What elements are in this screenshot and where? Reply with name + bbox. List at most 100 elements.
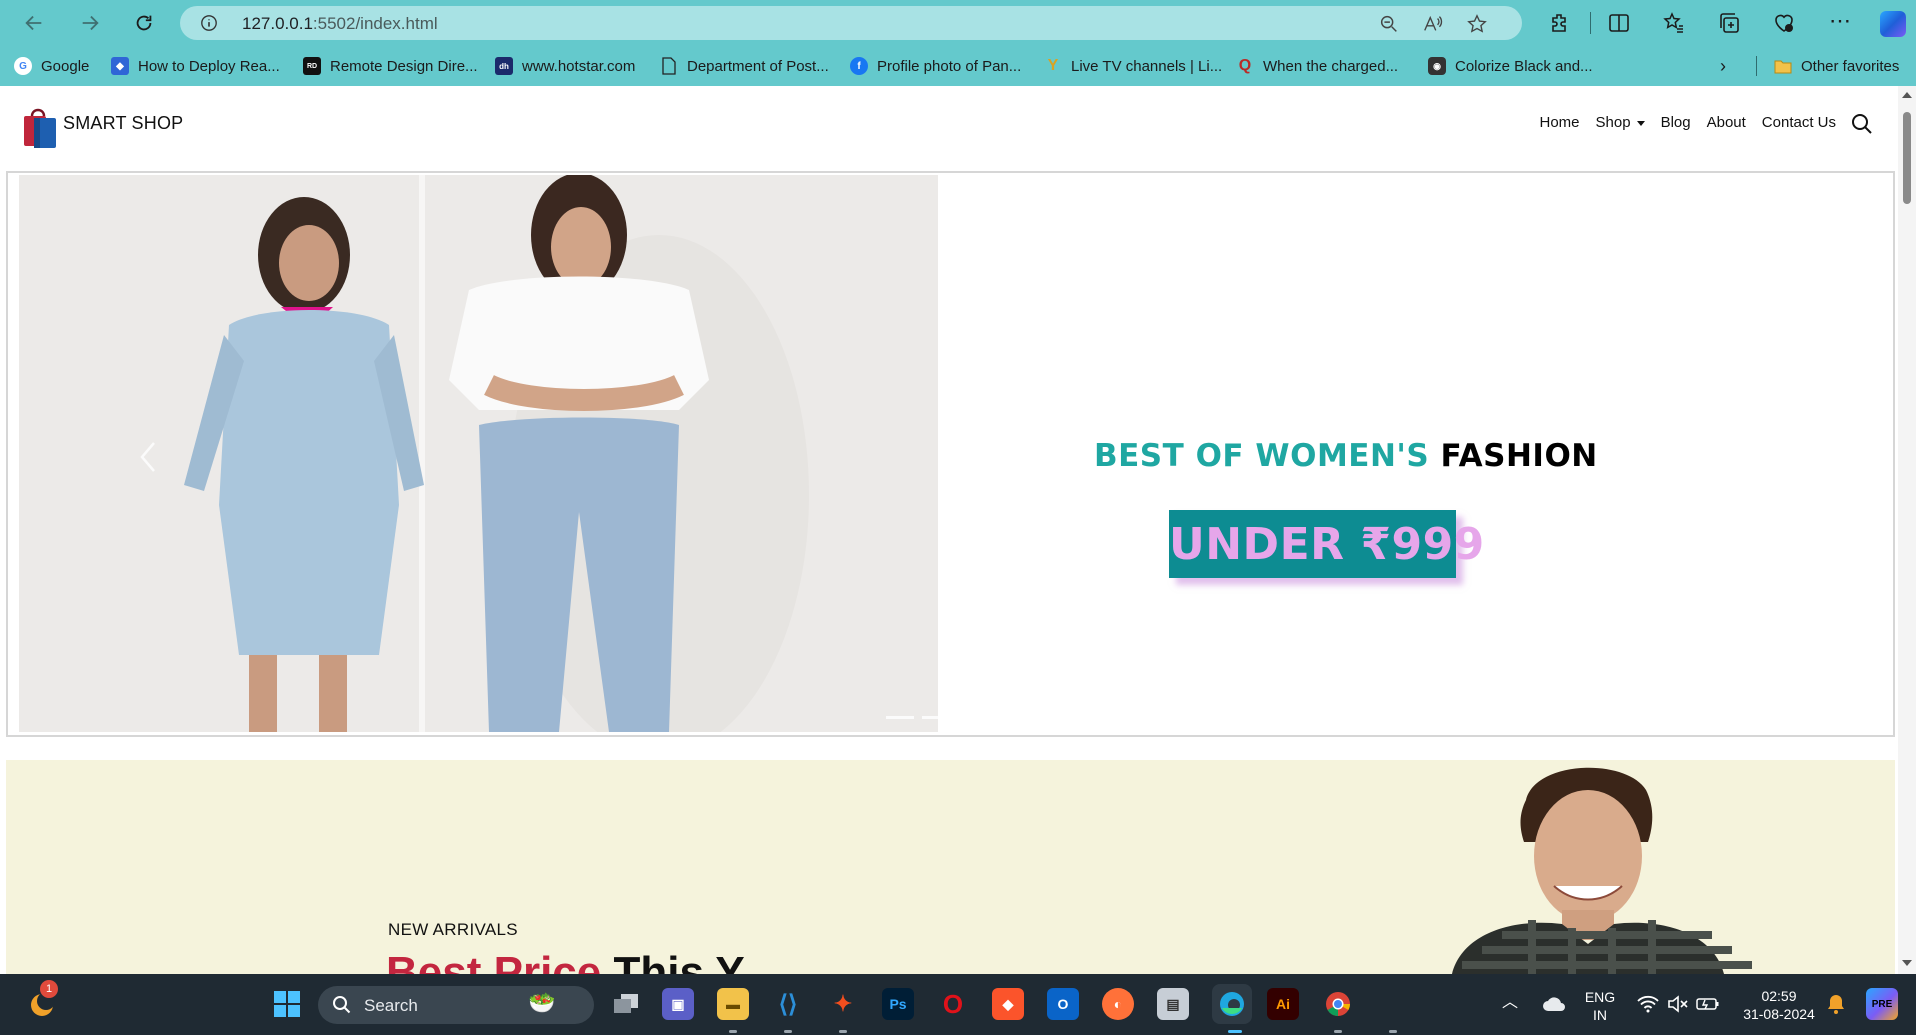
carousel-indicators <box>886 716 950 719</box>
clock-time: 02:59 <box>1761 988 1797 1004</box>
browser-essentials-icon[interactable] <box>1772 11 1796 35</box>
volume-muted-icon[interactable] <box>1662 988 1694 1020</box>
search-icon <box>333 996 351 1014</box>
windows-start-icon[interactable] <box>271 988 303 1020</box>
notification-bell-icon[interactable] <box>1820 988 1852 1020</box>
brave-icon[interactable]: ◆ <box>992 988 1024 1020</box>
favorites-icon[interactable] <box>1662 11 1686 35</box>
notes-app-icon[interactable]: ▤ <box>1157 988 1189 1020</box>
favorite-item-live-tv[interactable]: Y Live TV channels | Li... <box>1044 56 1223 76</box>
outlook-icon[interactable]: O <box>1047 988 1079 1020</box>
shopping-bag-logo-icon[interactable] <box>20 104 60 150</box>
price-text: UNDER ₹999 <box>1169 518 1485 570</box>
zoom-icon[interactable] <box>1378 13 1400 35</box>
back-arrow-icon <box>25 15 42 31</box>
page-viewport: SMART SHOP Home Shop Blog About Contact … <box>0 86 1916 974</box>
illustrator-icon[interactable]: Ai <box>1267 988 1299 1020</box>
favorite-item-post[interactable]: Department of Post... <box>660 56 829 76</box>
forward-button[interactable] <box>74 8 106 38</box>
clock[interactable]: 02:59 31-08-2024 <box>1738 987 1820 1023</box>
edge-browser-icon[interactable] <box>1212 984 1252 1024</box>
favorite-star-icon[interactable] <box>1466 13 1488 35</box>
region-code: IN <box>1593 1007 1607 1023</box>
google-icon: G <box>14 57 32 75</box>
wifi-icon[interactable] <box>1632 988 1664 1020</box>
figma-icon[interactable]: ✦ <box>827 988 859 1020</box>
collections-icon[interactable] <box>1717 11 1741 35</box>
scroll-down-arrow-icon[interactable] <box>1902 960 1912 966</box>
menu-shop[interactable]: Shop <box>1596 114 1645 131</box>
scrollbar-thumb[interactable] <box>1903 112 1911 204</box>
running-indicator <box>1334 1030 1342 1033</box>
favorite-item-google[interactable]: G Google <box>14 56 89 76</box>
carousel-prev-chevron-icon[interactable] <box>136 439 158 475</box>
vscode-icon[interactable]: ⟨⟩ <box>772 988 804 1020</box>
carousel-indicator[interactable] <box>886 716 914 719</box>
remote-design-icon: RD <box>303 57 321 75</box>
photoshop-icon[interactable]: Ps <box>882 988 914 1020</box>
quora-icon: Q <box>1238 57 1252 74</box>
taskbar-search-label: Search <box>364 996 418 1015</box>
favorite-label: www.hotstar.com <box>522 57 636 75</box>
address-bar[interactable]: 127.0.0.1:5502/index.html <box>180 6 1522 40</box>
refresh-button[interactable] <box>128 8 160 38</box>
url-path: :5502/index.html <box>312 14 438 33</box>
favorite-item-deploy[interactable]: ◆ How to Deploy Rea... <box>111 56 280 76</box>
favorites-bar: G Google ◆ How to Deploy Rea... RD Remote D… <box>0 46 1916 86</box>
other-favorites-button[interactable]: Other favorites <box>1774 56 1899 76</box>
favorite-item-hotstar[interactable]: dh www.hotstar.com <box>495 56 635 76</box>
site-header: SMART SHOP Home Shop Blog About Contact … <box>0 86 1898 170</box>
favorites-overflow-chevron-icon[interactable]: › <box>1720 56 1726 76</box>
menu-about[interactable]: About <box>1707 114 1746 131</box>
other-favorites-label: Other favorites <box>1801 57 1900 75</box>
heading-accent: Best Price <box>386 948 602 974</box>
split-screen-icon[interactable] <box>1607 11 1631 35</box>
url-host: 127.0.0.1 <box>242 14 313 33</box>
menu-home[interactable]: Home <box>1540 114 1580 131</box>
favorite-label: Live TV channels | Li... <box>1071 57 1223 75</box>
extensions-icon[interactable] <box>1548 11 1572 35</box>
hero-title: BEST OF WOMEN'S FASHION <box>1094 438 1598 474</box>
favorite-item-facebook[interactable]: f Profile photo of Pan... <box>850 56 1021 76</box>
refresh-icon <box>136 15 152 31</box>
copilot-taskbar-icon[interactable]: PRE <box>1866 988 1898 1020</box>
site-info-icon[interactable] <box>200 14 218 32</box>
teams-chat-icon[interactable]: ▣ <box>662 988 694 1020</box>
read-aloud-icon[interactable] <box>1422 13 1444 35</box>
taskbar-search[interactable]: Search 🥗 <box>318 986 594 1024</box>
back-button[interactable] <box>18 8 50 38</box>
opera-icon[interactable]: O <box>937 988 969 1020</box>
favorites-divider <box>1756 56 1757 76</box>
favorite-item-remote-design[interactable]: RD Remote Design Dire... <box>303 56 478 76</box>
active-app-indicator <box>1228 1030 1242 1033</box>
task-view-icon[interactable] <box>610 988 642 1020</box>
search-icon[interactable] <box>1850 112 1874 136</box>
favorite-label: Profile photo of Pan... <box>877 57 1022 75</box>
favorite-item-colorize[interactable]: ◉ Colorize Black and... <box>1428 56 1593 76</box>
brand-name[interactable]: SMART SHOP <box>63 113 183 134</box>
favorite-label: Remote Design Dire... <box>330 57 478 75</box>
chrome-icon[interactable] <box>1322 988 1354 1020</box>
battery-icon[interactable] <box>1692 988 1724 1020</box>
folder-icon <box>1774 57 1792 75</box>
heading-dark: This Y... <box>613 948 777 974</box>
firefox-icon[interactable]: ◐ <box>1102 988 1134 1020</box>
onedrive-cloud-icon[interactable] <box>1538 988 1570 1020</box>
favorite-item-quora[interactable]: Q When the charged... <box>1236 56 1398 76</box>
input-language[interactable]: ENG IN <box>1584 988 1616 1024</box>
menu-contact[interactable]: Contact Us <box>1762 114 1836 131</box>
copilot-icon[interactable] <box>1880 11 1906 37</box>
toolbar-divider <box>1590 12 1591 34</box>
menu-blog[interactable]: Blog <box>1661 114 1691 131</box>
carousel-indicator[interactable] <box>922 716 950 719</box>
file-explorer-icon[interactable]: ▬ <box>717 988 749 1020</box>
more-options-icon[interactable]: ⋯ <box>1828 10 1852 35</box>
facebook-icon: f <box>850 57 868 75</box>
main-menu: Home Shop Blog About Contact Us <box>1540 114 1837 131</box>
url-text[interactable]: 127.0.0.1:5502/index.html <box>242 14 438 34</box>
price-banner: UNDER ₹999 <box>1169 510 1484 578</box>
scroll-up-arrow-icon[interactable] <box>1902 92 1912 98</box>
page-scrollbar[interactable] <box>1898 86 1916 974</box>
favorite-label: Department of Post... <box>687 57 829 75</box>
show-hidden-icons-chevron-icon[interactable]: ︿ <box>1502 994 1518 1012</box>
